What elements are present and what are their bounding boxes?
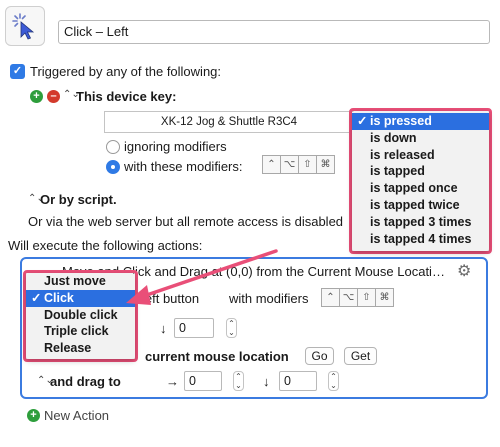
new-action-plus-icon[interactable]: + xyxy=(27,409,40,422)
annotation-arrow xyxy=(126,249,278,305)
new-action-link[interactable]: New Action xyxy=(44,408,109,423)
